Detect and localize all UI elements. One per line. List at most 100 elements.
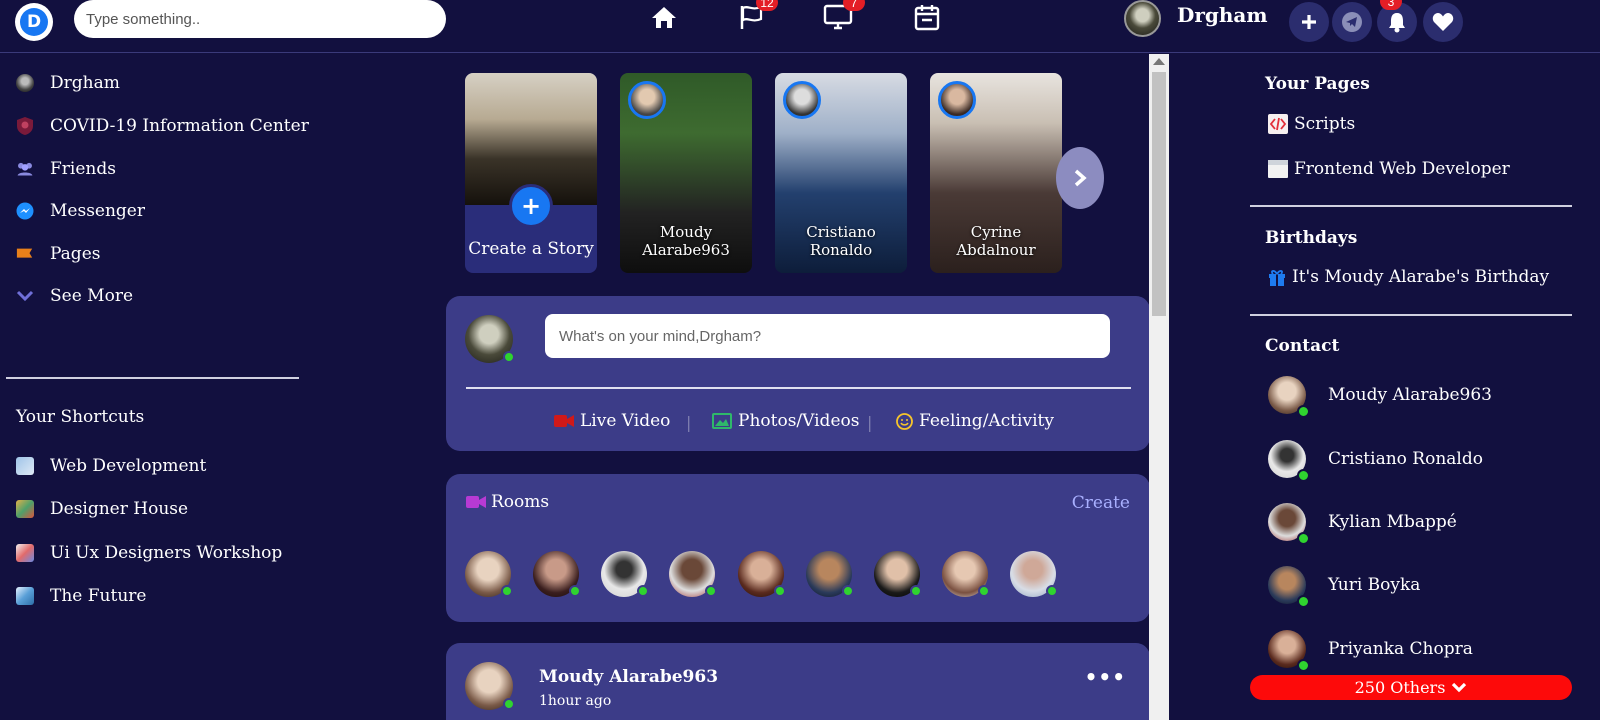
sidebar-item-profile[interactable]: Drgham bbox=[16, 73, 120, 93]
shortcut-thumbnail-icon bbox=[16, 457, 34, 475]
create-story-card[interactable]: + Create a Story bbox=[465, 73, 597, 273]
post-author-avatar[interactable] bbox=[465, 662, 515, 710]
user-name[interactable]: Drgham bbox=[1177, 3, 1268, 27]
flag-badge: 12 bbox=[756, 0, 778, 11]
bell-icon bbox=[1389, 13, 1405, 33]
chevron-down-icon bbox=[1451, 682, 1467, 693]
smile-icon bbox=[896, 412, 913, 430]
room-avatar[interactable] bbox=[533, 551, 581, 597]
contact-avatar bbox=[1268, 440, 1310, 482]
sidebar-item-covid[interactable]: COVID-19 Information Center bbox=[16, 116, 309, 136]
user-avatar[interactable] bbox=[1124, 0, 1161, 37]
video-camera-icon bbox=[466, 495, 486, 509]
photos-videos-button[interactable]: Photos/Videos bbox=[712, 411, 859, 431]
story-avatar bbox=[783, 81, 821, 119]
page-item[interactable]: Scripts bbox=[1268, 114, 1355, 134]
shortcut-item[interactable]: Ui Ux Designers Workshop bbox=[16, 543, 282, 563]
shortcut-label: Ui Ux Designers Workshop bbox=[50, 543, 283, 563]
contact-name: Moudy Alarabe963 bbox=[1328, 385, 1492, 405]
story-card[interactable]: Cristiano Ronaldo bbox=[775, 73, 907, 273]
shortcut-thumbnail-icon bbox=[16, 544, 34, 562]
contact-name: Yuri Boyka bbox=[1328, 575, 1421, 595]
stories-next-button[interactable] bbox=[1056, 147, 1104, 209]
contact-item[interactable]: Priyanka Chopra bbox=[1268, 629, 1473, 672]
home-icon[interactable] bbox=[647, 2, 681, 32]
see-all-contacts-button[interactable]: 250 Others bbox=[1250, 675, 1572, 700]
logo[interactable]: D bbox=[15, 3, 53, 41]
sidebar-item-label: See More bbox=[50, 286, 133, 306]
sidebar-item-label: COVID-19 Information Center bbox=[50, 116, 309, 136]
calendar-icon[interactable] bbox=[910, 2, 944, 32]
room-avatar[interactable] bbox=[465, 551, 513, 597]
top-bar: D 12 7 Drgham 3 bbox=[0, 0, 1600, 53]
divider bbox=[1250, 205, 1572, 207]
story-name: Moudy Alarabe963 bbox=[642, 223, 730, 259]
scroll-up-arrow-icon[interactable] bbox=[1153, 58, 1165, 65]
room-avatar[interactable] bbox=[806, 551, 854, 597]
contact-item[interactable]: Yuri Boyka bbox=[1268, 565, 1421, 608]
flag-nav-button[interactable]: 12 bbox=[734, 0, 778, 32]
sidebar-item-label: Friends bbox=[50, 159, 116, 179]
online-indicator bbox=[1297, 532, 1310, 545]
online-indicator bbox=[1297, 469, 1310, 482]
story-avatar bbox=[628, 81, 666, 119]
contact-avatar bbox=[1268, 503, 1310, 545]
create-story-label: Create a Story bbox=[468, 239, 594, 259]
sidebar-item-label: Drgham bbox=[50, 73, 120, 93]
contact-name: Priyanka Chopra bbox=[1328, 639, 1473, 659]
bell-badge: 3 bbox=[1380, 0, 1402, 10]
shortcut-item[interactable]: The Future bbox=[16, 586, 146, 606]
room-avatar[interactable] bbox=[942, 551, 990, 597]
room-avatar[interactable] bbox=[669, 551, 717, 597]
sidebar-item-messenger[interactable]: Messenger bbox=[16, 201, 145, 221]
telegram-icon[interactable] bbox=[1332, 2, 1372, 42]
online-indicator bbox=[774, 585, 786, 597]
feeling-activity-button[interactable]: Feeling/Activity bbox=[896, 411, 1054, 431]
heart-icon[interactable] bbox=[1423, 2, 1463, 42]
contact-name: Cristiano Ronaldo bbox=[1328, 449, 1483, 469]
page-item[interactable]: Frontend Web Developer bbox=[1268, 159, 1510, 179]
your-pages-title: Your Pages bbox=[1265, 74, 1370, 94]
sidebar-item-label: Messenger bbox=[50, 201, 145, 221]
story-card[interactable]: Moudy Alarabe963 bbox=[620, 73, 752, 273]
scrollbar-thumb[interactable] bbox=[1152, 72, 1166, 316]
search-input[interactable] bbox=[74, 0, 446, 38]
shortcut-item[interactable]: Web Development bbox=[16, 456, 206, 476]
room-avatar[interactable] bbox=[1010, 551, 1058, 597]
room-avatar[interactable] bbox=[874, 551, 922, 597]
post-author-name[interactable]: Moudy Alarabe963 bbox=[539, 667, 718, 687]
contact-item[interactable]: Kylian Mbappé bbox=[1268, 502, 1457, 545]
live-video-button[interactable]: Live Video bbox=[554, 411, 670, 431]
avatar-icon bbox=[16, 74, 34, 92]
shortcut-label: Web Development bbox=[50, 456, 207, 476]
rooms-card: Rooms Create bbox=[446, 474, 1150, 622]
online-indicator bbox=[569, 585, 581, 597]
add-story-button[interactable]: + bbox=[509, 184, 553, 228]
shortcut-item[interactable]: Designer House bbox=[16, 499, 188, 519]
scrollbar[interactable] bbox=[1149, 54, 1169, 720]
online-indicator bbox=[503, 351, 515, 363]
shortcut-thumbnail-icon bbox=[16, 587, 34, 605]
contact-item[interactable]: Moudy Alarabe963 bbox=[1268, 375, 1492, 418]
composer-input[interactable] bbox=[545, 314, 1110, 358]
sidebar-item-see-more[interactable]: See More bbox=[16, 286, 133, 306]
video-camera-icon bbox=[554, 414, 574, 428]
divider bbox=[1250, 314, 1572, 316]
shortcut-label: The Future bbox=[50, 586, 147, 606]
contact-item[interactable]: Cristiano Ronaldo bbox=[1268, 439, 1483, 482]
birthday-item[interactable]: It's Moudy Alarabe's Birthday bbox=[1268, 267, 1549, 287]
create-room-link[interactable]: Create bbox=[1072, 493, 1130, 513]
story-card[interactable]: Cyrine Abdalnour bbox=[930, 73, 1062, 273]
plus-icon[interactable] bbox=[1289, 2, 1329, 42]
composer-avatar bbox=[465, 315, 515, 363]
more-options-icon[interactable]: ••• bbox=[1085, 665, 1126, 689]
divider bbox=[6, 377, 299, 379]
sidebar-item-friends[interactable]: Friends bbox=[16, 159, 116, 179]
chevron-right-icon bbox=[1074, 169, 1087, 187]
sidebar-item-pages[interactable]: Pages bbox=[16, 244, 100, 264]
monitor-nav-button[interactable]: 7 bbox=[821, 0, 865, 32]
room-avatar[interactable] bbox=[738, 551, 786, 597]
notifications-button[interactable]: 3 bbox=[1377, 0, 1417, 42]
room-avatar[interactable] bbox=[601, 551, 649, 597]
code-icon bbox=[1268, 114, 1288, 134]
